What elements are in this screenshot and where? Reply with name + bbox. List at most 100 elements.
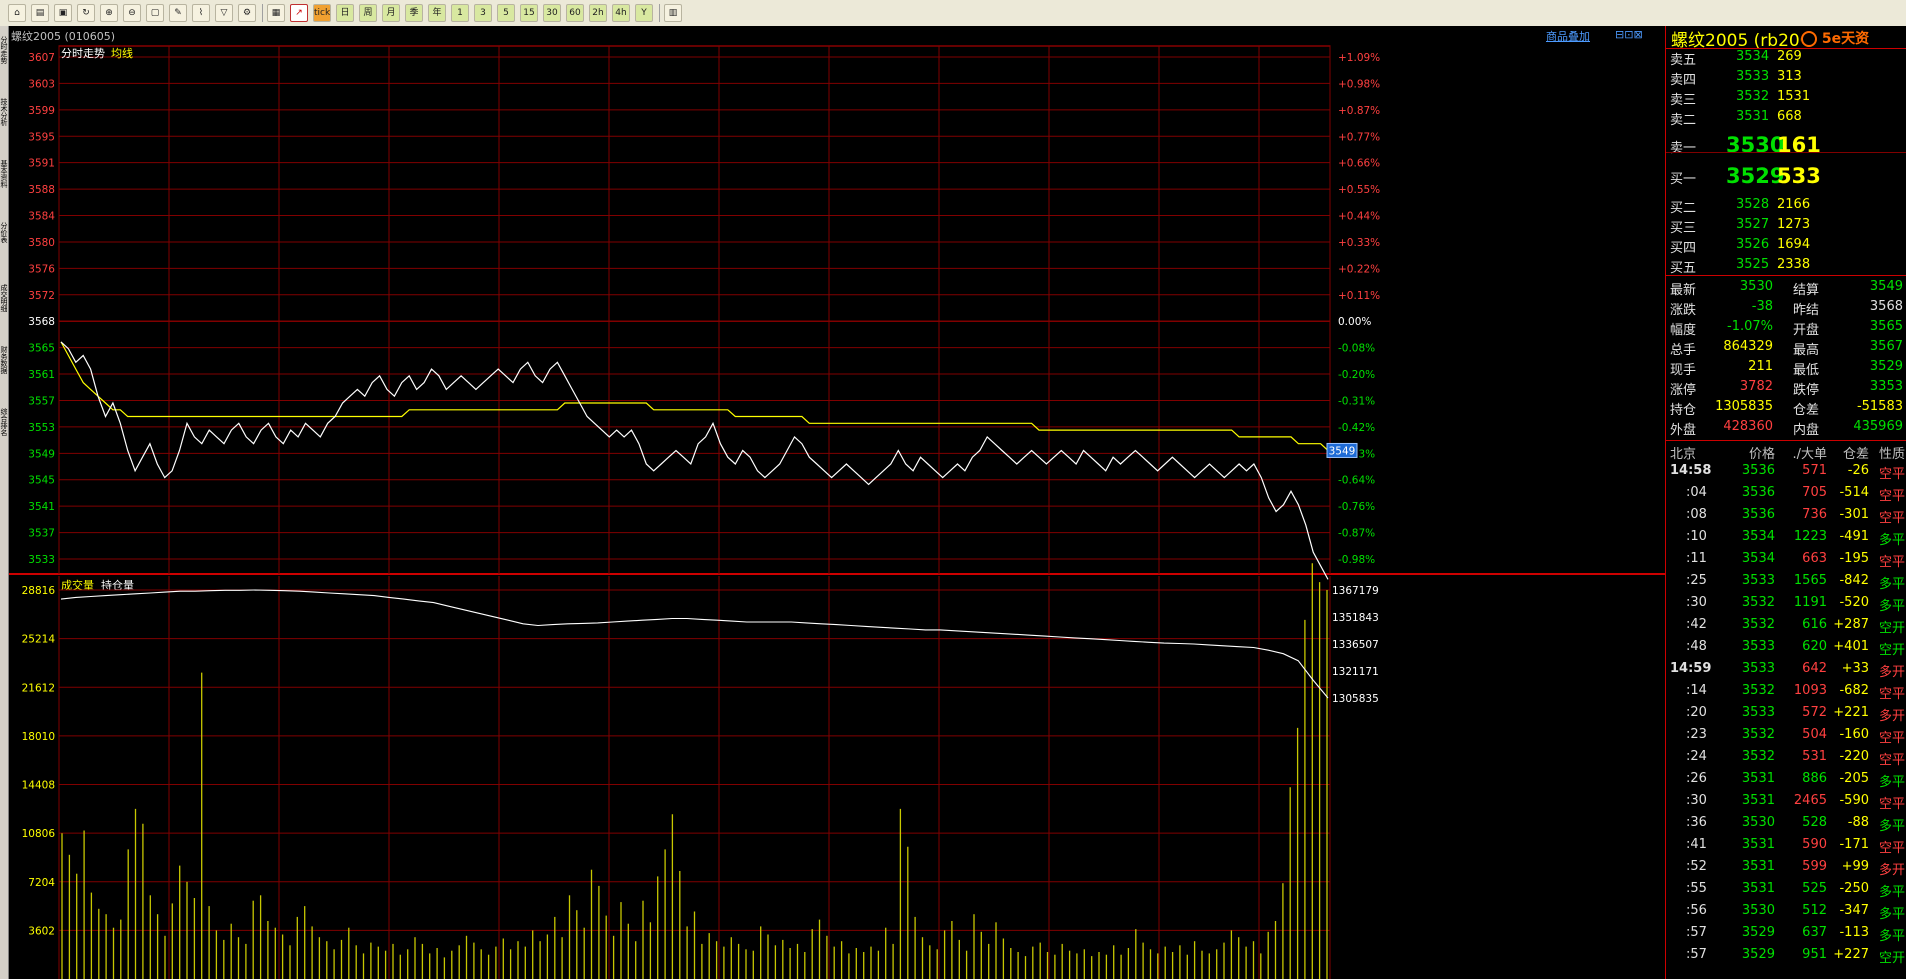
note-icon[interactable]: ▣ bbox=[54, 4, 72, 22]
orderbook-row[interactable]: 买一 3529 533 bbox=[1666, 164, 1906, 188]
period-季-button[interactable]: 季 bbox=[405, 4, 423, 22]
period-1-button[interactable]: 1 bbox=[451, 4, 469, 22]
tick-row[interactable]: :56 3530 512 -347 多平 bbox=[1666, 902, 1906, 924]
period-15-button[interactable]: 15 bbox=[520, 4, 538, 22]
chart-icon[interactable]: ↗ bbox=[290, 4, 308, 22]
tick-row[interactable]: :57 3529 637 -113 多平 bbox=[1666, 924, 1906, 946]
divider bbox=[1666, 275, 1906, 276]
window-icon[interactable]: ▢ bbox=[146, 4, 164, 22]
pen-icon[interactable]: ✎ bbox=[169, 4, 187, 22]
tick-volume: 642 bbox=[1802, 661, 1827, 676]
period-30-button[interactable]: 30 bbox=[543, 4, 561, 22]
period-年-button[interactable]: 年 bbox=[428, 4, 446, 22]
tick-row[interactable]: :55 3531 525 -250 多平 bbox=[1666, 880, 1906, 902]
price-axis-label: 3603 bbox=[28, 78, 55, 90]
orderbook-row[interactable]: 卖四 3533 313 bbox=[1666, 68, 1906, 88]
tick-row[interactable]: :04 3536 705 -514 空平 bbox=[1666, 484, 1906, 506]
window-layout-icon-3[interactable]: ⊠ bbox=[1633, 28, 1642, 41]
period-Y-button[interactable]: Y bbox=[635, 4, 653, 22]
period-4h-button[interactable]: 4h bbox=[612, 4, 630, 22]
brush-icon[interactable]: ⌇ bbox=[192, 4, 210, 22]
tick-row[interactable]: :25 3533 1565 -842 多平 bbox=[1666, 572, 1906, 594]
home-icon[interactable]: ⌂ bbox=[8, 4, 26, 22]
tick-oi-diff: -590 bbox=[1839, 793, 1869, 808]
window-layout-icon-1[interactable]: ⊟ bbox=[1615, 28, 1624, 41]
pct-axis-label: +0.98% bbox=[1338, 78, 1380, 90]
period-tick-button[interactable]: tick bbox=[313, 4, 331, 22]
tick-row[interactable]: :20 3533 572 +221 多开 bbox=[1666, 704, 1906, 726]
period-2h-button[interactable]: 2h bbox=[589, 4, 607, 22]
tick-row[interactable]: :41 3531 590 -171 空平 bbox=[1666, 836, 1906, 858]
overlay-commodity-button[interactable]: 商品叠加 bbox=[1546, 28, 1590, 44]
orderbook-row[interactable]: 卖一 3530 161 bbox=[1666, 133, 1906, 157]
pct-axis-label: 0.00% bbox=[1338, 316, 1371, 328]
calc-icon[interactable]: ▥ bbox=[664, 4, 682, 22]
tick-row[interactable]: :30 3531 2465 -590 空平 bbox=[1666, 792, 1906, 814]
tick-row[interactable]: 14:58 3536 571 -26 空平 bbox=[1666, 462, 1906, 484]
tick-nature: 多平 bbox=[1878, 577, 1905, 592]
settings-icon[interactable]: ⚙ bbox=[238, 4, 256, 22]
price-axis-label: 3561 bbox=[28, 369, 55, 381]
tick-row[interactable]: :24 3532 531 -220 空平 bbox=[1666, 748, 1906, 770]
orderbook-row[interactable]: 卖二 3531 668 bbox=[1666, 108, 1906, 128]
window-layout-buttons[interactable]: ⊟⊡⊠ bbox=[1615, 28, 1643, 41]
left-tab-4[interactable]: 成交明细 bbox=[0, 284, 8, 354]
period-60-button[interactable]: 60 bbox=[566, 4, 584, 22]
tick-row[interactable]: :08 3536 736 -301 空平 bbox=[1666, 506, 1906, 528]
tick-row[interactable]: :14 3532 1093 -682 空平 bbox=[1666, 682, 1906, 704]
left-tab-0[interactable]: 分时走势 bbox=[0, 36, 8, 106]
zoom-in-icon[interactable]: ⊕ bbox=[100, 4, 118, 22]
orderbook-row[interactable]: 买五 3525 2338 bbox=[1666, 256, 1906, 276]
stat-value: -1.07% bbox=[1727, 319, 1773, 334]
intraday-chart[interactable]: 3607 +1.09% 3603 +0.98% 3599 +0.87% 3595 +0.77%… bbox=[9, 44, 1665, 979]
period-5-button[interactable]: 5 bbox=[497, 4, 515, 22]
tick-row[interactable]: :23 3532 504 -160 空平 bbox=[1666, 726, 1906, 748]
period-周-button[interactable]: 周 bbox=[359, 4, 377, 22]
tick-row[interactable]: :57 3529 951 +227 空开 bbox=[1666, 946, 1906, 968]
stat-row: 外盘 428360 内盘 435969 bbox=[1666, 418, 1906, 438]
tick-row[interactable]: 14:59 3533 642 +33 多开 bbox=[1666, 660, 1906, 682]
left-tab-3[interactable]: 分价表 bbox=[0, 222, 8, 292]
filter-icon[interactable]: ▽ bbox=[215, 4, 233, 22]
tick-row[interactable]: :30 3532 1191 -520 多平 bbox=[1666, 594, 1906, 616]
orderbook-volume: 533 bbox=[1777, 164, 1821, 188]
tick-nature: 多开 bbox=[1878, 709, 1905, 724]
left-tab-1[interactable]: 技术分析 bbox=[0, 98, 8, 168]
left-tab-5[interactable]: 财务数据 bbox=[0, 346, 8, 416]
tick-time: :48 bbox=[1686, 639, 1707, 654]
tick-row[interactable]: :48 3533 620 +401 空开 bbox=[1666, 638, 1906, 660]
vol-axis-label: 10806 bbox=[22, 828, 56, 840]
tick-row[interactable]: :11 3534 663 -195 空平 bbox=[1666, 550, 1906, 572]
tick-oi-diff: -347 bbox=[1839, 903, 1869, 918]
period-月-button[interactable]: 月 bbox=[382, 4, 400, 22]
zoom-out-icon[interactable]: ⊖ bbox=[123, 4, 141, 22]
orderbook-row[interactable]: 买三 3527 1273 bbox=[1666, 216, 1906, 236]
tick-row[interactable]: :52 3531 599 +99 多开 bbox=[1666, 858, 1906, 880]
left-tab-2[interactable]: 基本资料 bbox=[0, 160, 8, 230]
orderbook-volume: 1531 bbox=[1777, 89, 1811, 104]
orderbook-row[interactable]: 买二 3528 2166 bbox=[1666, 196, 1906, 216]
tick-row[interactable]: :36 3530 528 -88 多平 bbox=[1666, 814, 1906, 836]
stat-label: 开盘 bbox=[1793, 323, 1820, 338]
tick-nature: 多开 bbox=[1878, 665, 1905, 680]
price-axis-label: 3599 bbox=[28, 105, 55, 117]
orderbook-row[interactable]: 卖三 3532 1531 bbox=[1666, 88, 1906, 108]
tick-row[interactable]: :26 3531 886 -205 多平 bbox=[1666, 770, 1906, 792]
tick-volume: 886 bbox=[1802, 771, 1827, 786]
tick-row[interactable]: :10 3534 1223 -491 多平 bbox=[1666, 528, 1906, 550]
refresh-icon[interactable]: ↻ bbox=[77, 4, 95, 22]
tick-volume: 1093 bbox=[1793, 683, 1827, 698]
left-tab-6[interactable]: 综合排名 bbox=[0, 408, 8, 478]
orderbook-row[interactable]: 卖五 3534 269 bbox=[1666, 48, 1906, 68]
brand-logo-text: 5e天资 bbox=[1821, 31, 1870, 47]
tick-oi-diff: +33 bbox=[1841, 661, 1869, 676]
price-axis-label: 3580 bbox=[28, 237, 55, 249]
stat-label: 涨停 bbox=[1670, 383, 1697, 398]
period-3-button[interactable]: 3 bbox=[474, 4, 492, 22]
stat-value: 3530 bbox=[1739, 279, 1773, 294]
period-日-button[interactable]: 日 bbox=[336, 4, 354, 22]
tick-row[interactable]: :42 3532 616 +287 空开 bbox=[1666, 616, 1906, 638]
book-icon[interactable]: ▤ bbox=[31, 4, 49, 22]
orderbook-row[interactable]: 买四 3526 1694 bbox=[1666, 236, 1906, 256]
table-icon[interactable]: ▦ bbox=[267, 4, 285, 22]
